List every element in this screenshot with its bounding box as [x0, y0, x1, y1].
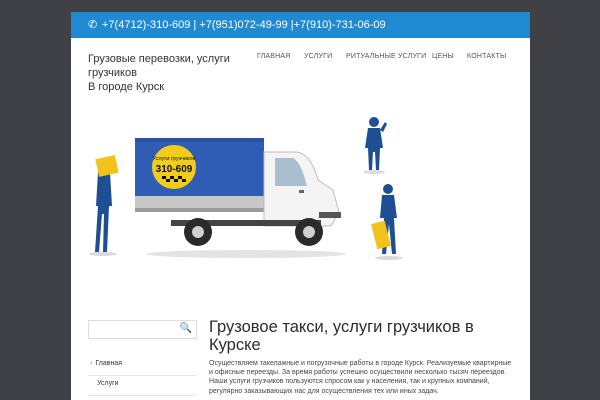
top-bar: ✆ +7(4712)-310-609 | +7(951)072-49-99 |+… [71, 12, 530, 38]
sign-phone: 310-609 [156, 164, 193, 175]
worker-left-figure [89, 155, 119, 256]
intro-text: Осуществляем такелажные и погрузочные ра… [209, 360, 512, 395]
page-title: Грузовое такси, услуги грузчиков в Курск… [209, 318, 474, 354]
sign-label: Услуги грузчиков [153, 156, 196, 162]
site-title[interactable]: Грузовые перевозки, услуги грузчиков В г… [88, 52, 273, 94]
sidebar-item-label: Услуги [97, 380, 119, 387]
search-input[interactable]: 🔍 [88, 320, 197, 339]
nav-item-contacts[interactable]: КОНТАКТЫ [467, 53, 506, 60]
sidebar-menu: › Главная Услуги [88, 356, 196, 396]
sidebar-item-label: Главная [95, 360, 122, 367]
bullet-icon: › [90, 360, 93, 367]
nav-item-services[interactable]: УСЛУГИ [304, 53, 332, 60]
site-title-line2: В городе Курск [88, 81, 165, 93]
phone-numbers[interactable]: +7(4712)-310-609 | +7(951)072-49-99 |+7(… [102, 12, 386, 38]
worker-box-figure [371, 184, 403, 260]
phone-icon: ✆ [88, 19, 98, 31]
sidebar-item-services[interactable]: Услуги [88, 376, 196, 396]
site-title-line1: Грузовые перевозки, услуги грузчиков [88, 53, 230, 79]
nav-item-prices[interactable]: ЦЕНЫ [432, 53, 454, 60]
worker-phone-figure [363, 117, 387, 174]
sidebar-item-home[interactable]: › Главная [88, 356, 196, 376]
taxi-sign: Услуги грузчиков 310-609 [152, 145, 196, 189]
search-icon[interactable]: 🔍 [180, 323, 192, 334]
nav-item-funeral-services[interactable]: РИТУАЛЬНЫЕ УСЛУГИ [346, 53, 426, 60]
hero-image: Услуги грузчиков 310-609 [89, 117, 403, 260]
page: ✆ +7(4712)-310-609 | +7(951)072-49-99 |+… [71, 12, 530, 400]
nav-item-home[interactable]: ГЛАВНАЯ [257, 53, 291, 60]
